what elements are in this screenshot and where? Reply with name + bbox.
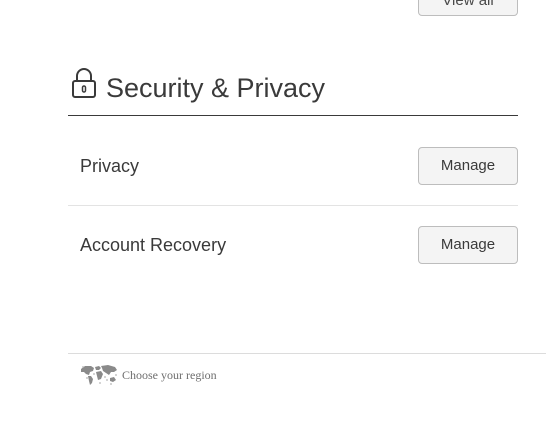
account-recovery-row: Account Recovery Manage: [68, 206, 518, 284]
section-title: Security & Privacy: [106, 73, 326, 103]
world-map-icon: [81, 365, 117, 385]
footer: Choose your region: [68, 353, 546, 443]
manage-account-recovery-button[interactable]: Manage: [418, 226, 518, 264]
account-page: View all Security & Privacy Privacy Mana…: [0, 0, 546, 442]
privacy-label: Privacy: [80, 156, 140, 176]
view-all-button[interactable]: View all: [418, 0, 518, 16]
manage-privacy-button[interactable]: Manage: [418, 147, 518, 185]
account-recovery-label: Account Recovery: [80, 235, 227, 255]
privacy-row: Privacy Manage: [68, 127, 518, 206]
choose-region-label: Choose your region: [122, 368, 217, 382]
security-privacy-header: Security & Privacy: [68, 62, 518, 116]
lock-icon: [72, 68, 96, 98]
